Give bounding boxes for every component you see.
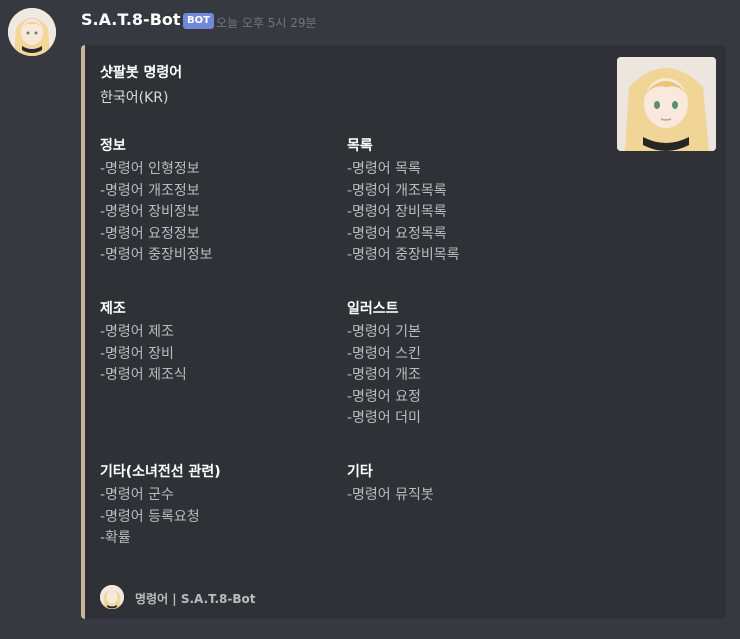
bot-tag: BOT: [183, 13, 214, 29]
field-value-line: -명령어 개조목록: [347, 182, 447, 199]
field-value-line: -명령어 더미: [347, 410, 421, 427]
field-value-line: -명령어 스킨: [347, 345, 421, 362]
field-value-line: -명령어 군수: [100, 487, 174, 503]
message-timestamp: 오늘 오후 5시 29분: [216, 16, 317, 30]
bot-avatar[interactable]: [8, 8, 56, 56]
bot-username[interactable]: S.A.T.8-Bot: [81, 10, 181, 29]
field-name: 정보: [100, 138, 126, 154]
field-value-line: -확률: [100, 530, 131, 547]
field-value-line: -명령어 기본: [347, 324, 421, 340]
embed-field-etc-gfl: 기타(소녀전선 관련) -명령어 군수 -명령어 등록요청 -확률: [100, 463, 340, 550]
field-name: 일러스트: [347, 301, 399, 317]
field-value-line: -명령어 장비목록: [347, 204, 447, 221]
field-value-line: -명령어 개조: [347, 367, 421, 384]
embed-field-illust: 일러스트 -명령어 기본 -명령어 스킨 -명령어 개조 -명령어 요정 -명령…: [347, 300, 587, 430]
embed-title: 샷팔봇 명령어: [100, 65, 183, 81]
embed-field-list: 목록 -명령어 목록 -명령어 개조목록 -명령어 장비목록 -명령어 요정목록…: [347, 137, 587, 267]
field-value-line: -명령어 제조: [100, 324, 174, 340]
field-value-line: -명령어 개조정보: [100, 182, 200, 199]
embed-field-craft: 제조 -명령어 제조 -명령어 장비 -명령어 제조식: [100, 300, 340, 387]
field-name: 목록: [347, 138, 373, 154]
field-name: 제조: [100, 301, 126, 317]
embed-description: 한국어(KR): [100, 90, 169, 106]
field-name: 기타: [347, 464, 373, 480]
field-value-line: -명령어 등록요청: [100, 508, 200, 525]
field-value-line: -명령어 인형정보: [100, 161, 200, 177]
embed-field-etc: 기타 -명령어 뮤직봇: [347, 463, 587, 507]
embed-thumbnail[interactable]: [617, 57, 716, 151]
field-value-line: -명령어 중장비목록: [347, 247, 460, 264]
footer-text: 명령어 | S.A.T.8-Bot: [135, 592, 256, 606]
embed-field-info: 정보 -명령어 인형정보 -명령어 개조정보 -명령어 장비정보 -명령어 요정…: [100, 137, 340, 267]
field-name: 기타(소녀전선 관련): [100, 464, 221, 480]
field-value-line: -명령어 중장비정보: [100, 247, 213, 264]
field-value-line: -명령어 요정: [347, 388, 421, 405]
field-value-line: -명령어 뮤직봇: [347, 487, 434, 503]
field-value-line: -명령어 장비정보: [100, 204, 200, 221]
field-value-line: -명령어 목록: [347, 161, 421, 177]
field-value-line: -명령어 장비: [100, 345, 174, 362]
field-value-line: -명령어 요정정보: [100, 225, 200, 242]
field-value-line: -명령어 요정목록: [347, 225, 447, 242]
embed: 샷팔봇 명령어 한국어(KR) 정보 -명령어 인형정보 -명령어 개조정보 -…: [81, 45, 726, 619]
field-value-line: -명령어 제조식: [100, 367, 187, 384]
footer-icon: [100, 585, 124, 609]
